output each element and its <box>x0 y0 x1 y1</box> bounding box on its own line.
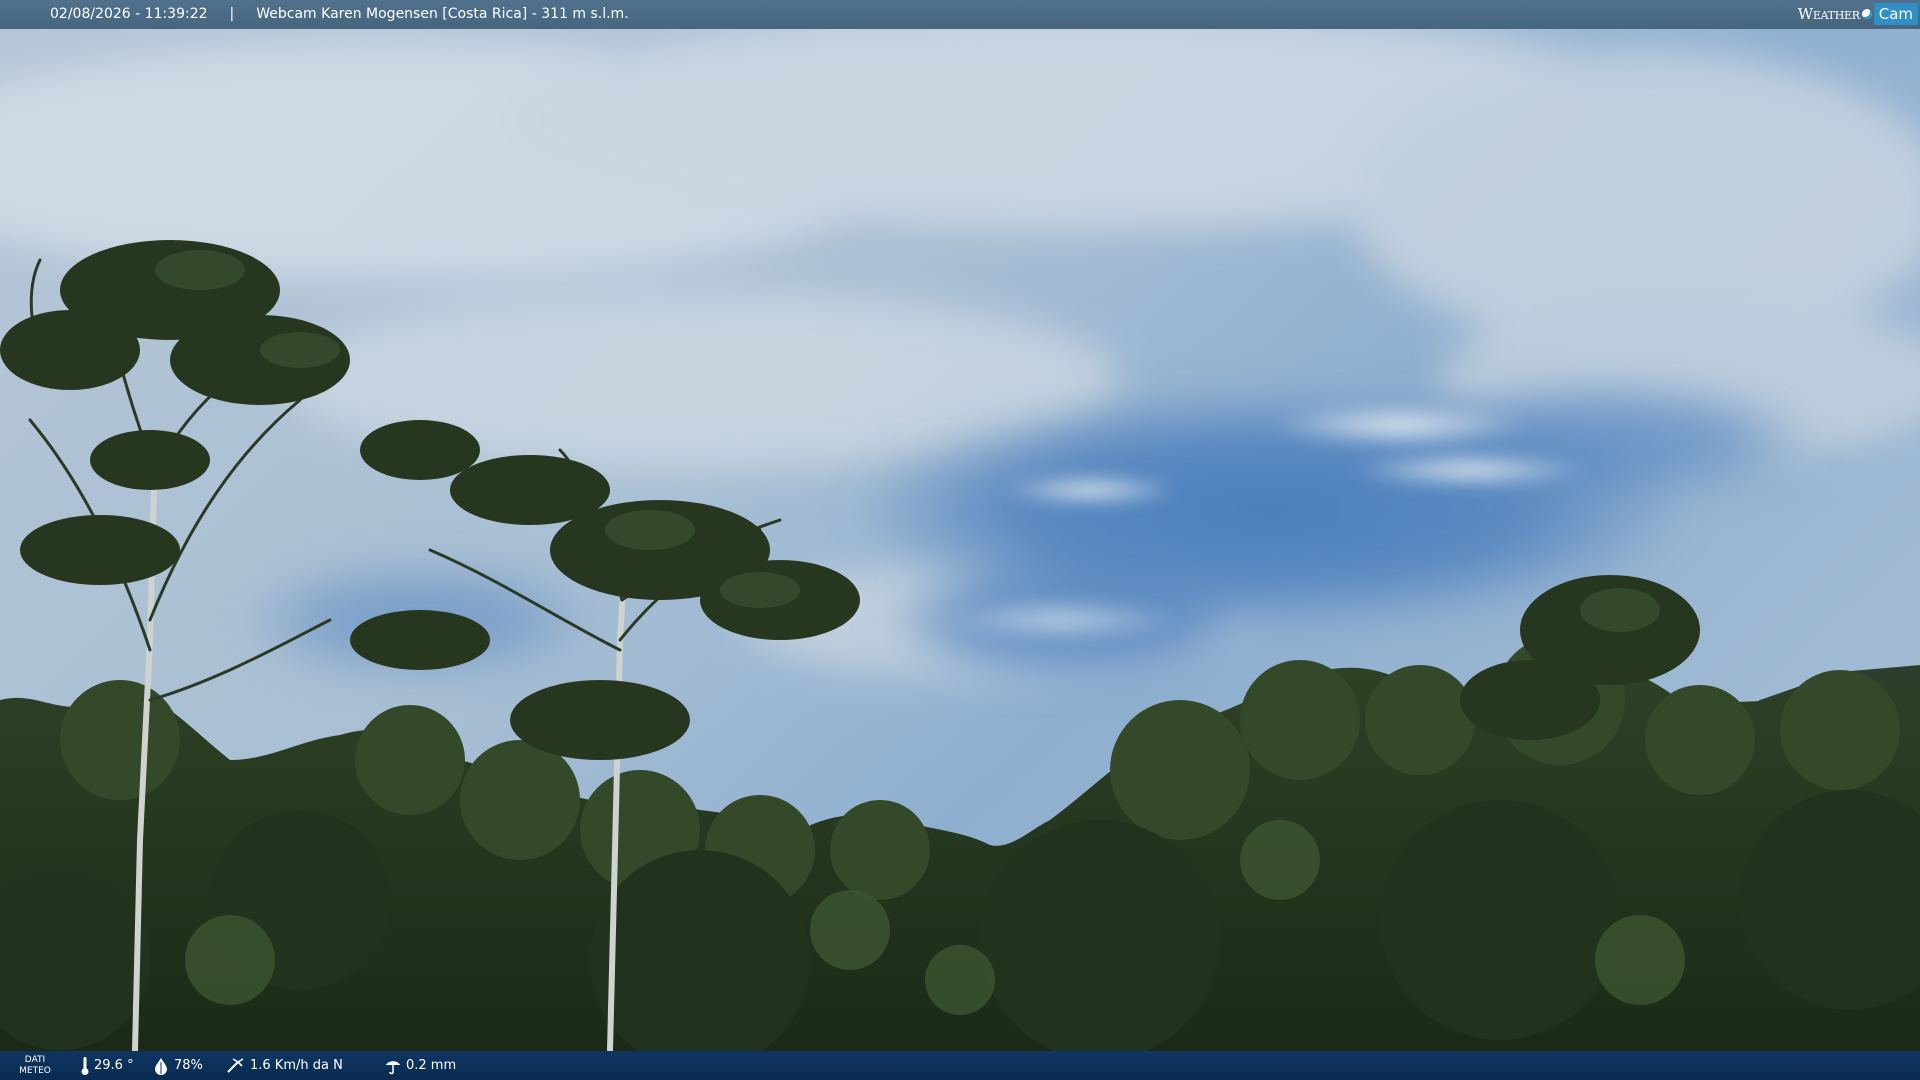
wind-value: 1.6 Km/h da N <box>250 1058 343 1073</box>
capture-datetime: 02/08/2026 - 11:39:22 <box>50 6 208 22</box>
rain-icon <box>386 1060 400 1074</box>
weathercam-logo[interactable]: Weather Cam <box>1798 3 1918 25</box>
weather-data-bar: DATI METEO 29.6 ° 78% 1.6 Km/h da N 0.2 … <box>0 1051 1920 1080</box>
weather-label-line2: METEO <box>19 1066 51 1076</box>
caption-separator: | <box>229 6 235 22</box>
wind-icon <box>227 1057 244 1073</box>
humidity-reading: 78% <box>152 1051 203 1080</box>
webcam-title: Webcam Karen Mogensen [Costa Rica] - 311… <box>256 6 629 22</box>
humidity-icon <box>155 1057 167 1075</box>
logo-text-cam: Cam <box>1873 3 1918 25</box>
rain-reading: 0.2 mm <box>384 1051 456 1080</box>
rain-value: 0.2 mm <box>406 1058 457 1073</box>
wind-reading: 1.6 Km/h da N <box>226 1051 343 1080</box>
weather-data-label: DATI METEO <box>18 1055 52 1077</box>
logo-globe-icon <box>1861 9 1872 19</box>
webcam-caption-bar: 02/08/2026 - 11:39:22 | Webcam Karen Mogen… <box>0 0 1920 29</box>
weather-label-line1: DATI <box>24 1055 46 1065</box>
webcam-landscape-image <box>0 0 1920 1080</box>
humidity-value: 78% <box>174 1058 203 1073</box>
logo-text-weather: Weather <box>1797 5 1860 23</box>
thermometer-icon <box>81 1056 89 1075</box>
temperature-reading: 29.6 ° <box>80 1051 134 1080</box>
caption-text: 02/08/2026 - 11:39:22 | Webcam Karen Mogen… <box>50 0 629 29</box>
temperature-value: 29.6 ° <box>94 1058 134 1073</box>
